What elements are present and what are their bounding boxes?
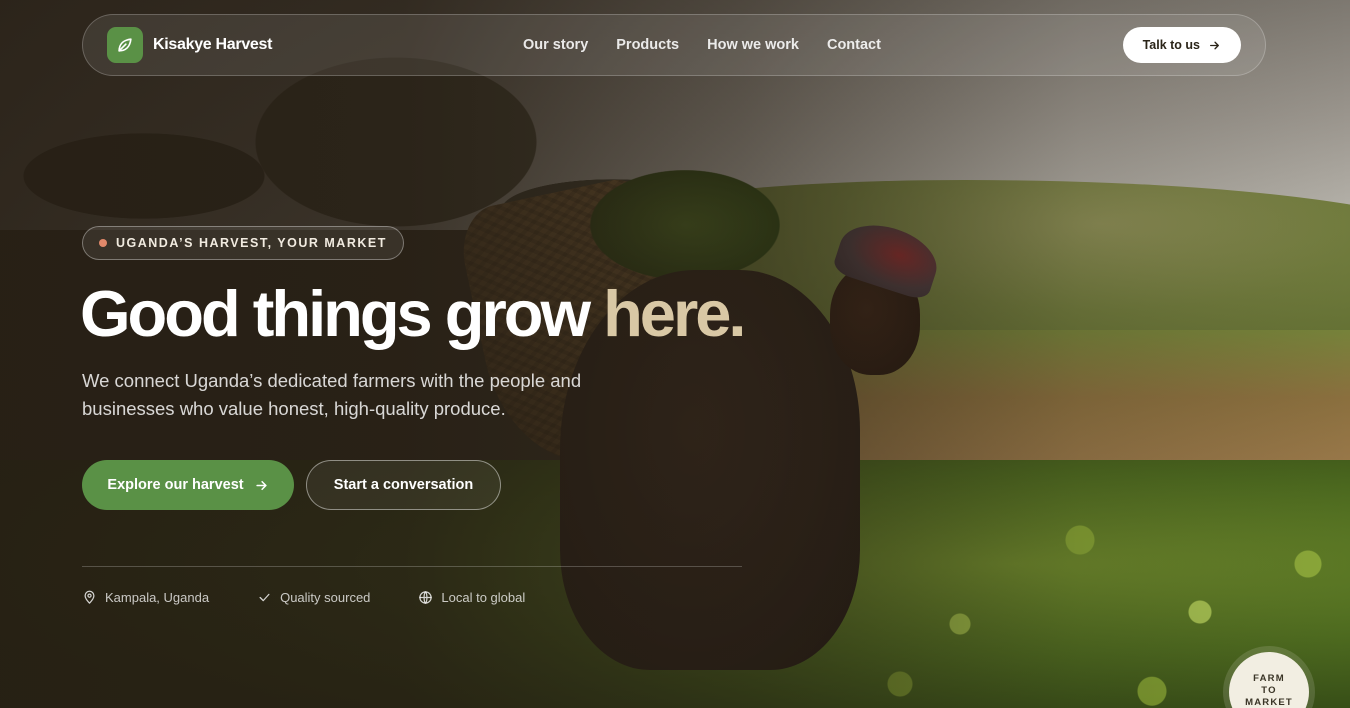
nav-link-how-we-work[interactable]: How we work: [707, 37, 799, 53]
hero-subtitle: We connect Uganda’s dedicated farmers wi…: [82, 370, 582, 419]
feature-quality-label: Quality sourced: [280, 590, 371, 605]
feature-global-label: Local to global: [441, 590, 526, 605]
headline-end: .: [728, 277, 746, 350]
nav-links: Our story Products How we work Contact: [523, 37, 881, 53]
start-conversation-label: Start a conversation: [333, 477, 474, 493]
map-pin-icon: [84, 590, 95, 604]
arrow-right-icon: [1210, 41, 1219, 49]
nav-link-contact[interactable]: Contact: [827, 37, 881, 53]
badge-line-2: TO: [1261, 685, 1277, 696]
feature-location-label: Kampala, Uganda: [105, 590, 210, 605]
start-conversation-button[interactable]: Start a conversation: [306, 460, 501, 510]
talk-to-us-label: Talk to us: [1142, 38, 1200, 52]
check-icon: [259, 593, 270, 602]
globe-icon: [419, 591, 433, 604]
eyebrow-text: UGANDA’S HARVEST, YOUR MARKET: [116, 236, 387, 250]
status-dot: [99, 239, 107, 247]
feature-location: Kampala, Uganda: [82, 590, 209, 605]
headline-accent: here: [603, 277, 731, 350]
talk-to-us-button[interactable]: Talk to us: [1122, 27, 1241, 63]
nav-link-products[interactable]: Products: [616, 37, 679, 53]
explore-harvest-label: Explore our harvest: [107, 477, 244, 493]
arrow-right-icon: [255, 480, 267, 490]
brand-name: Kisakye Harvest: [153, 36, 273, 53]
leaf-icon: [107, 27, 143, 63]
eyebrow-tag: UGANDA’S HARVEST, YOUR MARKET: [82, 226, 404, 260]
headline-main: Good things grow: [80, 277, 591, 350]
nav-link-our-story[interactable]: Our story: [523, 37, 588, 53]
hero-headline: Good things grow here.: [80, 277, 746, 350]
feature-quality: Quality sourced: [257, 590, 370, 605]
top-navigation: Kisakye Harvest Our story Products How w…: [82, 14, 1266, 76]
explore-harvest-button[interactable]: Explore our harvest: [82, 460, 294, 510]
feature-list: Kampala, Uganda Quality sourced Local to…: [82, 590, 525, 605]
divider: [82, 566, 742, 567]
feature-global: Local to global: [418, 590, 525, 605]
badge-line-1: FARM: [1253, 673, 1285, 684]
brand[interactable]: Kisakye Harvest: [107, 27, 272, 63]
badge-line-3: MARKET: [1245, 697, 1293, 708]
